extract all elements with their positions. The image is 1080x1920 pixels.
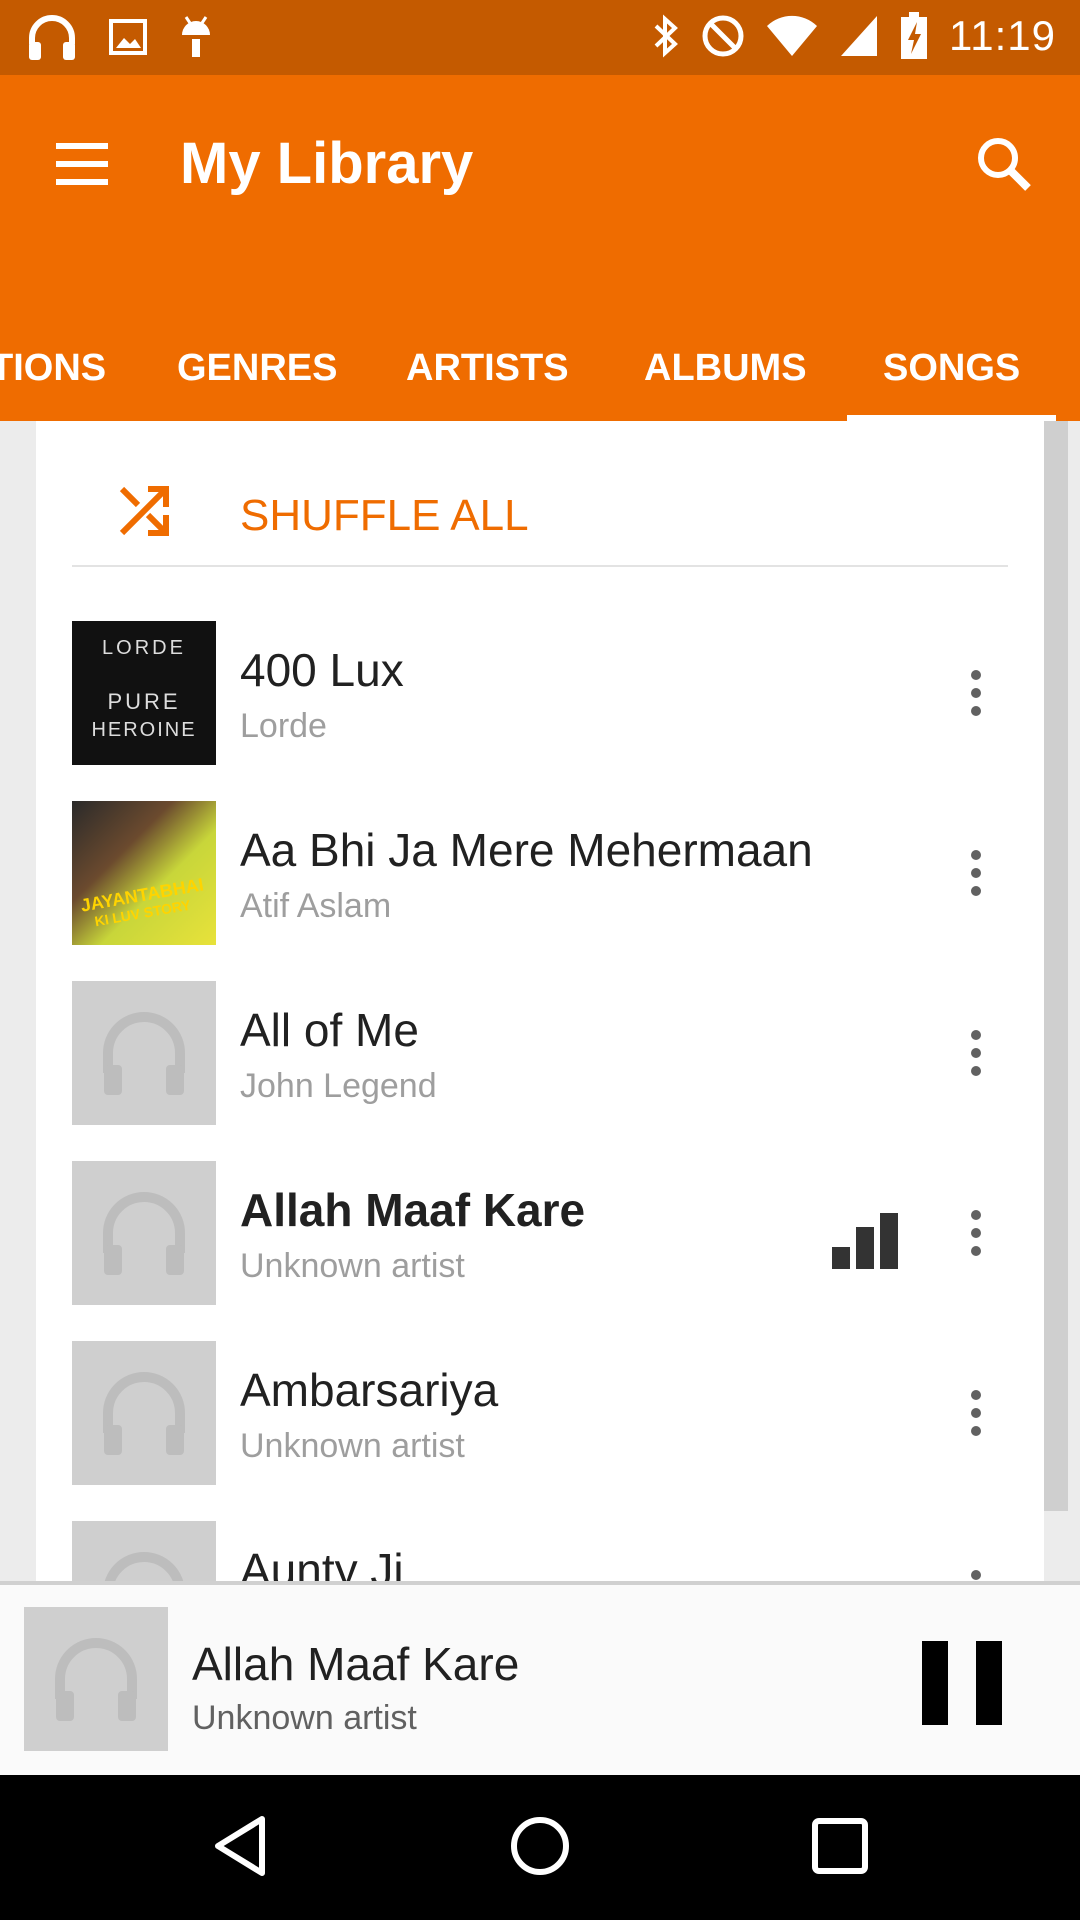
app-bar: My Library TIONS GENRES ARTISTS ALBUMS S… — [0, 75, 1080, 421]
back-icon[interactable] — [206, 1811, 276, 1881]
song-artist: Atif Aslam — [240, 887, 392, 925]
image-icon — [109, 19, 147, 55]
battery-charging-icon — [901, 12, 927, 59]
pause-button[interactable] — [922, 1641, 1002, 1725]
song-row[interactable]: Aunty Ji — [36, 1521, 1044, 1581]
tab-genres[interactable]: GENRES — [177, 315, 337, 421]
scrollbar[interactable] — [1044, 421, 1068, 1511]
bluetooth-icon — [654, 14, 678, 58]
library-tabs: TIONS GENRES ARTISTS ALBUMS SONGS — [0, 315, 1080, 421]
clock: 11:19 — [949, 12, 1056, 59]
song-row[interactable]: Ambarsariya Unknown artist — [36, 1341, 1044, 1521]
equalizer-icon — [832, 1213, 898, 1269]
tab-albums[interactable]: ALBUMS — [644, 315, 807, 421]
song-artist: John Legend — [240, 1067, 437, 1105]
album-art-text: PURE — [107, 689, 181, 714]
shuffle-icon — [119, 486, 169, 536]
more-options-icon[interactable] — [950, 667, 1002, 719]
now-playing-bar[interactable]: Allah Maaf Kare Unknown artist — [0, 1581, 1080, 1775]
song-title: Ambarsariya — [240, 1364, 499, 1416]
album-art-text: LORDE — [102, 637, 186, 659]
song-row-now-playing[interactable]: Allah Maaf Kare Unknown artist — [36, 1161, 1044, 1341]
search-icon — [978, 138, 1031, 191]
tab-stations[interactable]: TIONS — [0, 315, 106, 421]
album-art-placeholder — [72, 1161, 216, 1305]
android-icon — [182, 16, 210, 57]
shuffle-all-label: SHUFFLE ALL — [240, 491, 529, 540]
album-art-placeholder — [72, 981, 216, 1125]
song-title: All of Me — [240, 1004, 419, 1056]
divider — [72, 565, 1008, 567]
home-icon[interactable] — [505, 1811, 575, 1881]
album-art-placeholder — [72, 1341, 216, 1485]
now-playing-artist: Unknown artist — [192, 1699, 417, 1737]
tab-songs[interactable]: SONGS — [846, 315, 1057, 421]
recents-icon[interactable] — [805, 1811, 875, 1881]
headphones-icon — [103, 1192, 185, 1275]
status-left-icons — [26, 14, 214, 60]
headphones-icon — [104, 1552, 184, 1581]
song-artist: Unknown artist — [240, 1247, 465, 1285]
headphones-icon — [103, 1012, 185, 1095]
menu-button[interactable] — [52, 135, 112, 195]
do-not-disturb-icon — [702, 15, 744, 57]
shuffle-all-button[interactable]: SHUFFLE ALL — [36, 421, 1044, 567]
search-button[interactable] — [970, 130, 1040, 200]
wifi-icon — [767, 15, 817, 56]
page-title: My Library — [180, 131, 474, 196]
now-playing-art — [24, 1607, 168, 1751]
status-bar: 11:19 — [0, 0, 1080, 75]
tab-artists[interactable]: ARTISTS — [406, 315, 569, 421]
more-options-icon[interactable] — [950, 847, 1002, 899]
song-row[interactable]: JAYANTABHAI KI LUV STORY Aa Bhi Ja Mere … — [36, 801, 1044, 981]
song-artist: Lorde — [240, 707, 327, 745]
more-options-icon[interactable] — [950, 1387, 1002, 1439]
more-options-icon[interactable] — [950, 1567, 1002, 1581]
album-art: LORDE PURE HEROINE — [72, 621, 216, 765]
songs-list: SHUFFLE ALL LORDE PURE HEROINE 400 Lux L… — [36, 421, 1044, 1581]
song-row[interactable]: LORDE PURE HEROINE 400 Lux Lorde — [36, 621, 1044, 801]
song-title: Allah Maaf Kare — [240, 1184, 586, 1236]
cell-signal-icon — [841, 16, 877, 56]
more-options-icon[interactable] — [950, 1207, 1002, 1259]
headphones-icon — [55, 1638, 137, 1721]
headphones-icon — [103, 1372, 185, 1455]
song-title: Aunty Ji — [240, 1544, 404, 1581]
song-artist: Unknown artist — [240, 1427, 465, 1465]
now-playing-title: Allah Maaf Kare — [192, 1638, 520, 1690]
headphones-icon — [29, 15, 75, 60]
album-art-text: HEROINE — [91, 719, 197, 741]
song-row[interactable]: All of Me John Legend — [36, 981, 1044, 1161]
more-options-icon[interactable] — [950, 1027, 1002, 1079]
song-title: Aa Bhi Ja Mere Mehermaan — [240, 824, 813, 876]
song-title: 400 Lux — [240, 644, 404, 696]
system-nav-bar — [0, 1775, 1080, 1920]
album-art: JAYANTABHAI KI LUV STORY — [72, 801, 216, 945]
status-right-icons: 11:19 — [651, 12, 1056, 60]
album-art-placeholder — [72, 1521, 216, 1581]
